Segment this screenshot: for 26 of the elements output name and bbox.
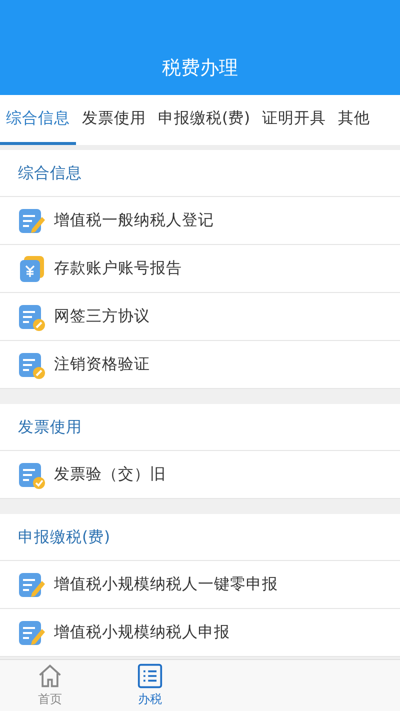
document-link-icon bbox=[18, 302, 46, 330]
list-icon bbox=[137, 663, 163, 689]
yen-card-icon bbox=[18, 254, 46, 282]
nav-item[interactable]: 办税 bbox=[100, 660, 200, 711]
category-tab[interactable]: 证明开具 bbox=[256, 95, 332, 145]
page-title: 税费办理 bbox=[162, 56, 238, 81]
category-tab[interactable]: 综合信息 bbox=[0, 95, 76, 145]
category-tab[interactable]: 其他 bbox=[332, 95, 376, 145]
category-tab[interactable]: 申报缴税(费) bbox=[152, 95, 256, 145]
home-icon bbox=[37, 663, 63, 689]
document-pencil-icon bbox=[18, 570, 46, 598]
service-label: 注销资格验证 bbox=[54, 354, 150, 375]
service-label: 网签三方协议 bbox=[54, 306, 150, 327]
service-label: 增值税一般纳税人登记 bbox=[54, 210, 214, 231]
service-label: 增值税小规模纳税人申报 bbox=[54, 622, 230, 643]
section-title: 申报缴税(费) bbox=[18, 526, 110, 548]
category-tab[interactable]: 发票使用 bbox=[76, 95, 152, 145]
document-pencil-icon bbox=[18, 206, 46, 234]
service-label: 存款账户账号报告 bbox=[54, 258, 182, 279]
service-label: 发票验（交）旧 bbox=[54, 464, 166, 485]
document-link-icon bbox=[18, 350, 46, 378]
section-title: 发票使用 bbox=[18, 416, 82, 438]
section-title: 综合信息 bbox=[18, 162, 82, 184]
document-pencil-icon bbox=[18, 618, 46, 646]
service-label: 增值税小规模纳税人一键零申报 bbox=[54, 574, 278, 595]
document-check-icon bbox=[18, 460, 46, 488]
